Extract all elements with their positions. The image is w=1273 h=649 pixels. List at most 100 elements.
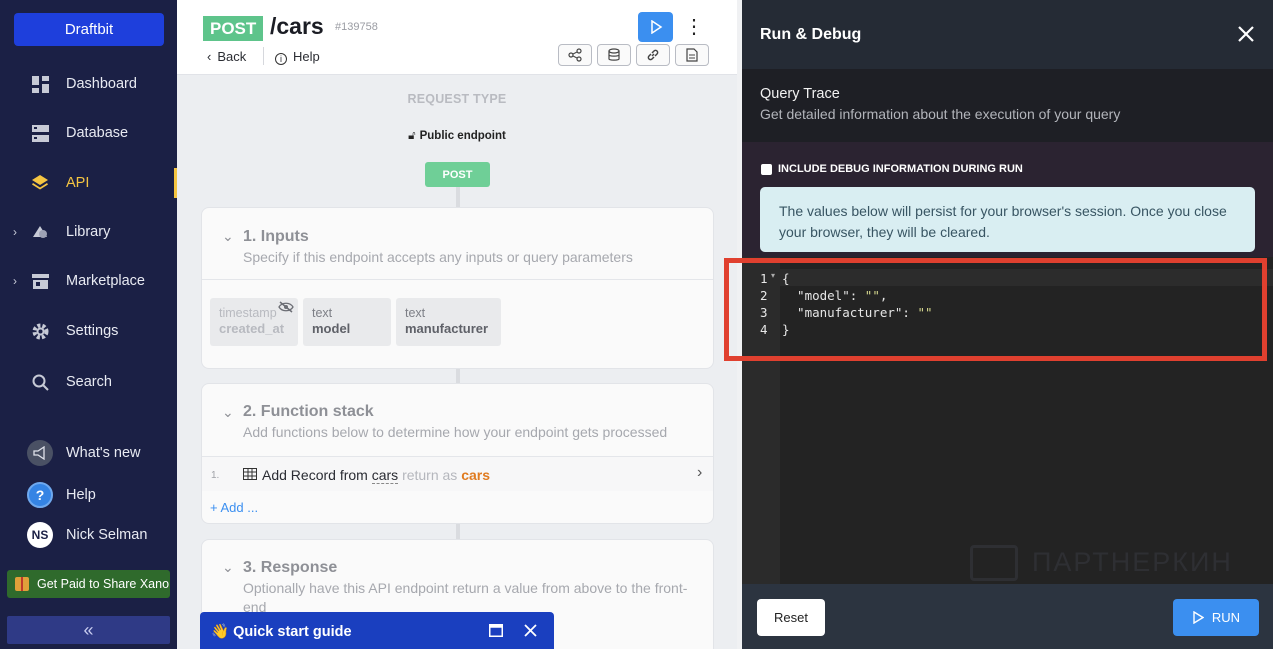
api-layers-icon: [31, 174, 49, 192]
dashboard-icon: [31, 75, 49, 93]
input-type: text: [312, 306, 333, 320]
session-info-alert: The values below will persist for your b…: [760, 187, 1255, 252]
sidebar-item-search[interactable]: Search: [0, 364, 177, 400]
workspace-button[interactable]: Draftbit: [14, 13, 164, 46]
sidebar-item-marketplace[interactable]: › Marketplace: [0, 263, 177, 299]
quick-start-bar[interactable]: 👋 Quick start guide: [200, 612, 554, 649]
double-chevron-left-icon: «: [83, 619, 94, 640]
close-icon[interactable]: [1236, 24, 1256, 44]
chevron-down-icon[interactable]: ⌄: [222, 559, 234, 576]
sidebar-item-profile[interactable]: NS Nick Selman: [0, 517, 177, 553]
sidebar-item-settings[interactable]: Settings: [0, 313, 177, 349]
chevron-down-icon[interactable]: ⌄: [222, 404, 234, 421]
function-step-row[interactable]: 1. Add Record from cars return as cars ›: [202, 457, 713, 491]
avatar-initials: NS: [27, 522, 53, 548]
store-icon: [31, 272, 49, 290]
public-endpoint-toggle[interactable]: 🔓︎ Public endpoint: [177, 130, 737, 143]
help-label: Help: [293, 49, 320, 64]
quick-start-label: 👋 Quick start guide: [211, 624, 352, 640]
library-icon: [31, 223, 49, 241]
step-return-var: cars: [461, 467, 491, 483]
copy-link-button[interactable]: [636, 44, 670, 66]
card-title: 1. Inputs: [243, 228, 309, 245]
unlock-icon: 🔓︎: [408, 130, 416, 142]
endpoint-header: POST /cars #139758 ‹ Back i Help ⋮: [177, 0, 737, 75]
hidden-eye-icon: [278, 301, 294, 313]
chevron-left-icon: ‹: [207, 49, 212, 64]
input-field-chip[interactable]: text model: [303, 298, 391, 346]
run-button[interactable]: RUN: [1173, 599, 1259, 636]
docs-button[interactable]: [675, 44, 709, 66]
promo-label: Get Paid to Share Xano: [37, 577, 170, 591]
help-link[interactable]: i Help: [275, 49, 320, 65]
input-name: created_at: [219, 321, 285, 336]
request-method-pill[interactable]: POST: [425, 162, 490, 187]
access-label: Public endpoint: [419, 130, 506, 142]
json-editor[interactable]: 1 ▾ 2 3 4 { "model": "", "manufacturer":…: [724, 257, 1273, 584]
input-field-chip[interactable]: timestamp created_at: [210, 298, 298, 346]
divider: [263, 47, 264, 65]
database-icon: [31, 124, 49, 142]
avatar: NS: [27, 522, 53, 548]
card-subtitle: Specify if this endpoint accepts any inp…: [243, 249, 633, 265]
sidebar-item-label: What's new: [66, 445, 141, 461]
card-title: 3. Response: [243, 559, 338, 576]
sidebar-item-label: Nick Selman: [66, 527, 148, 543]
endpoint-id: #139758: [335, 21, 378, 33]
sidebar-item-dashboard[interactable]: Dashboard: [0, 66, 177, 102]
sidebar-item-library[interactable]: › Library: [0, 214, 177, 250]
more-options-icon[interactable]: ⋮: [684, 14, 704, 38]
watermark-logo: [970, 545, 1018, 581]
maximize-icon[interactable]: [489, 624, 503, 637]
query-trace-section: Query Trace Get detailed information abo…: [742, 69, 1273, 142]
chevron-down-icon[interactable]: ⌄: [222, 228, 234, 245]
step-action: Add Record from: [262, 467, 368, 483]
reset-button[interactable]: Reset: [757, 599, 825, 636]
flow-connector: [456, 187, 460, 208]
watermark-text: ПАРТНЕРКИН: [1032, 547, 1233, 577]
table-icon: [243, 468, 257, 480]
step-description: Add Record from cars return as cars: [262, 467, 491, 484]
sidebar: Draftbit Dashboard Database API › Librar…: [0, 0, 177, 649]
close-icon[interactable]: [524, 624, 537, 637]
debug-checkbox[interactable]: [761, 164, 772, 175]
debug-checkbox-label[interactable]: INCLUDE DEBUG INFORMATION DURING RUN: [778, 163, 1023, 175]
sidebar-item-help[interactable]: ? Help: [0, 477, 177, 513]
run-endpoint-button[interactable]: [638, 12, 673, 42]
endpoint-route: /cars: [270, 13, 324, 39]
gift-icon: [15, 577, 29, 591]
run-label: RUN: [1211, 610, 1241, 625]
sidebar-item-label: Settings: [66, 323, 119, 339]
link-icon: [647, 49, 659, 61]
database-link-button[interactable]: [597, 44, 631, 66]
back-link[interactable]: ‹ Back: [207, 49, 246, 64]
debug-options: INCLUDE DEBUG INFORMATION DURING RUN The…: [742, 142, 1273, 257]
input-field-chip[interactable]: text manufacturer: [396, 298, 501, 346]
panel-title: Run & Debug: [760, 26, 862, 43]
megaphone-icon: [27, 440, 53, 466]
sidebar-item-whats-new[interactable]: What's new: [0, 435, 177, 471]
request-type-heading: REQUEST TYPE: [407, 92, 507, 106]
card-title: 2. Function stack: [243, 403, 374, 420]
sidebar-item-label: Marketplace: [66, 273, 145, 289]
add-function-button[interactable]: + Add ...: [210, 500, 258, 515]
collapse-sidebar-button[interactable]: «: [7, 616, 170, 644]
card-subtitle: Add functions below to determine how you…: [243, 424, 668, 440]
trace-title: Query Trace: [760, 86, 840, 102]
sidebar-item-api[interactable]: API: [0, 165, 177, 201]
step-return-label: return as: [402, 467, 458, 483]
run-debug-panel: Run & Debug Query Trace Get detailed inf…: [724, 0, 1273, 649]
share-button[interactable]: [558, 44, 592, 66]
annotation-highlight-box: [724, 258, 1267, 361]
flow-connector: [456, 524, 460, 539]
play-icon: [650, 20, 662, 34]
chevron-right-icon: ›: [13, 225, 17, 239]
endpoint-canvas: POST /cars #139758 ‹ Back i Help ⋮ REQUEST…: [177, 0, 737, 649]
search-icon: [31, 373, 49, 391]
input-type: text: [405, 306, 426, 320]
inputs-card: ⌄ 1. Inputs Specify if this endpoint acc…: [201, 207, 714, 369]
flow-connector: [456, 369, 460, 383]
promo-banner[interactable]: Get Paid to Share Xano: [7, 570, 170, 598]
sidebar-item-database[interactable]: Database: [0, 115, 177, 151]
gear-icon: [31, 322, 49, 340]
